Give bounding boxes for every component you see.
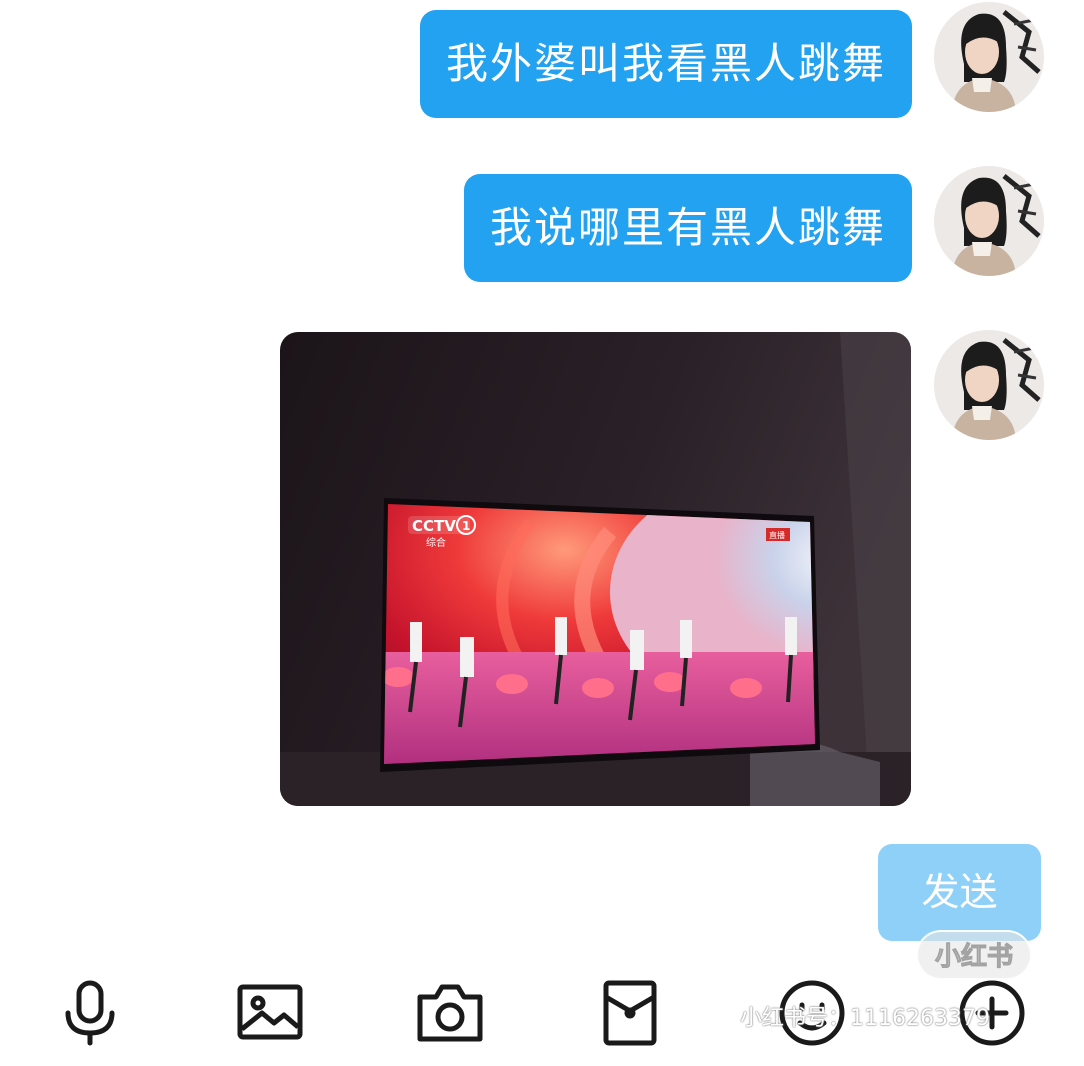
avatar[interactable] bbox=[934, 166, 1044, 276]
image-icon[interactable] bbox=[234, 977, 306, 1049]
message-bubble[interactable]: 我说哪里有黑人跳舞 bbox=[463, 174, 912, 282]
message-bubble[interactable]: 我外婆叫我看黑人跳舞 bbox=[419, 10, 912, 118]
send-button[interactable]: 发送 bbox=[878, 844, 1041, 941]
watermark-logo: 小红书 bbox=[916, 930, 1032, 980]
avatar[interactable] bbox=[934, 330, 1044, 440]
red-packet-icon[interactable] bbox=[594, 977, 666, 1049]
watermark-id: 小红书号：1116263379 bbox=[740, 1006, 990, 1031]
tv-channel-name: 综合 bbox=[426, 536, 446, 549]
live-badge: 直播 bbox=[769, 530, 785, 540]
tv-channel-logo: CCTV bbox=[412, 517, 456, 535]
camera-icon[interactable] bbox=[414, 977, 486, 1049]
avatar[interactable] bbox=[934, 2, 1044, 112]
tv-channel-number: 1 bbox=[462, 519, 470, 533]
microphone-icon[interactable] bbox=[54, 977, 126, 1049]
photo-message[interactable]: CCTV 1 综合 直播 bbox=[280, 332, 911, 806]
